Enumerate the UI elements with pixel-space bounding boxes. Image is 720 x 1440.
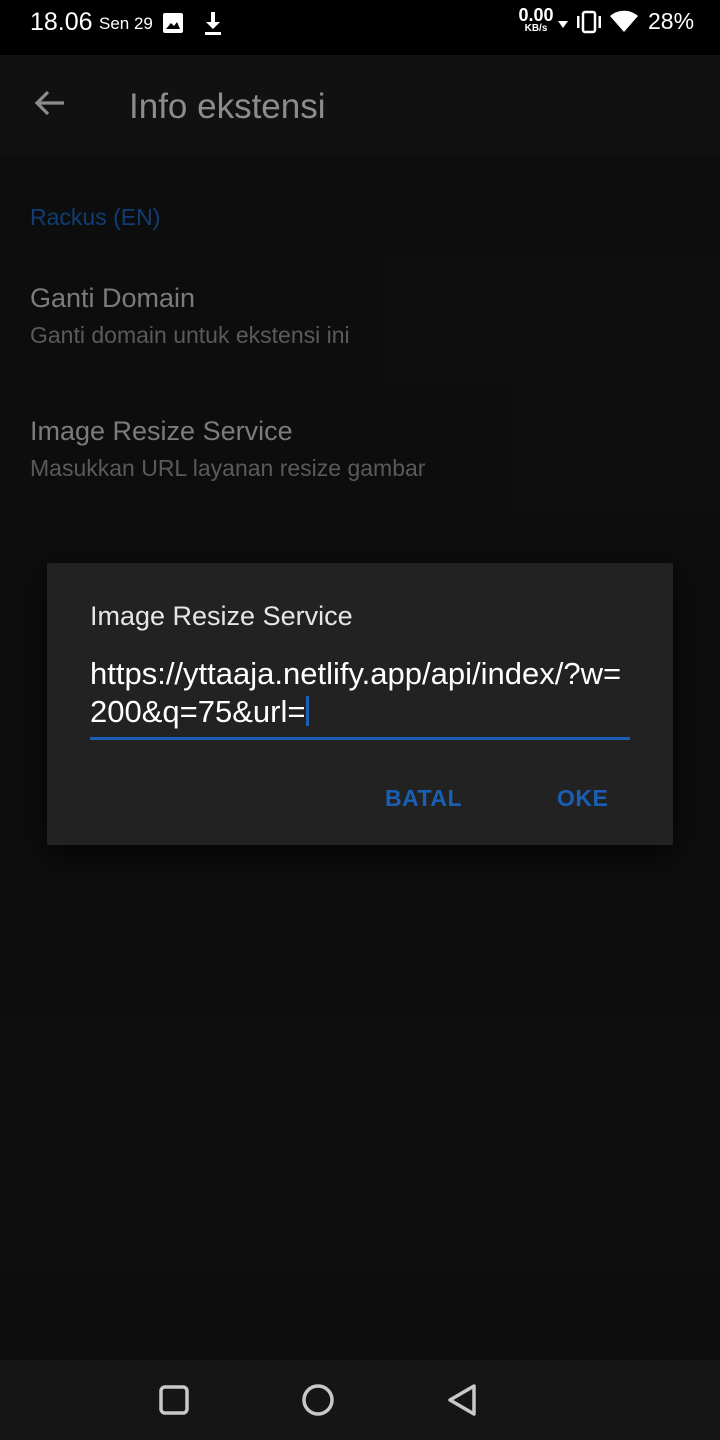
status-bar: 18.06 Sen 29 0.00 KB/s 28% [0, 0, 720, 55]
net-speed: 0.00 KB/s [518, 6, 554, 34]
input-underline [90, 737, 630, 740]
screen: 18.06 Sen 29 0.00 KB/s 28% Info ekstensi… [0, 0, 720, 1440]
url-input-value: https://yttaaja.netlify.app/api/index/?w… [90, 656, 622, 729]
vibrate-icon [574, 10, 604, 39]
download-icon [202, 10, 224, 41]
cancel-button[interactable]: BATAL [385, 785, 462, 812]
text-cursor [306, 696, 310, 726]
home-circle-icon [298, 1384, 338, 1424]
net-speed-unit: KB/s [524, 23, 548, 34]
recents-button[interactable] [154, 1380, 194, 1420]
battery-percent: 28% [648, 8, 695, 34]
status-date: Sen 29 [99, 14, 153, 33]
recents-square-icon [154, 1385, 194, 1424]
net-speed-value: 0.00 [518, 5, 554, 25]
navigation-bar [0, 1360, 720, 1440]
back-triangle-icon [442, 1384, 482, 1424]
back-nav-button[interactable] [442, 1380, 482, 1420]
ok-button[interactable]: OKE [557, 785, 608, 812]
edit-text-dialog: Image Resize Service https://yttaaja.net… [47, 563, 673, 845]
status-time: 18.06 [30, 8, 93, 36]
wifi-data-arrows-icon [557, 16, 569, 37]
url-input[interactable]: https://yttaaja.netlify.app/api/index/?w… [90, 655, 630, 731]
wifi-icon [609, 10, 639, 39]
image-icon [162, 12, 184, 39]
home-button[interactable] [298, 1380, 338, 1420]
dialog-title: Image Resize Service [90, 601, 353, 631]
